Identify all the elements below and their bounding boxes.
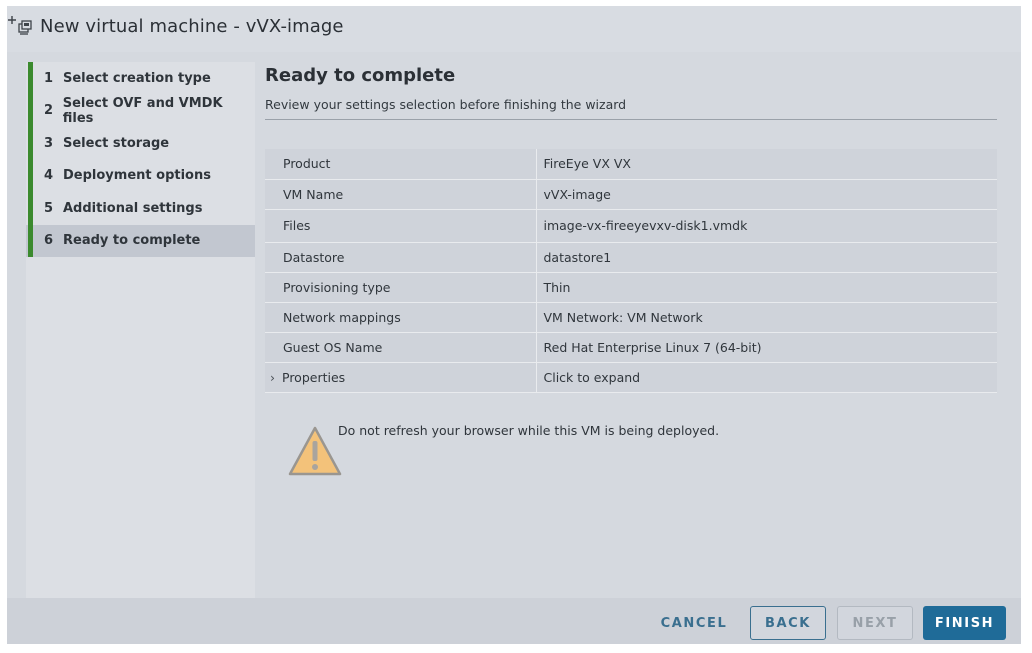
step-number: 1 bbox=[44, 70, 54, 86]
row-value: vVX-image bbox=[536, 179, 997, 210]
properties-expander[interactable]: › Properties bbox=[265, 362, 537, 393]
page-title: Ready to complete bbox=[265, 65, 456, 86]
step-label: Ready to complete bbox=[63, 233, 201, 249]
step-label: Deployment options bbox=[63, 168, 211, 184]
step-select-storage[interactable]: 3 Select storage bbox=[26, 127, 255, 160]
row-key: Product bbox=[265, 149, 537, 180]
new-vm-dialog: New virtual machine - vVX-image 1 Select… bbox=[7, 6, 1021, 644]
row-key: Network mappings bbox=[265, 302, 537, 333]
next-button[interactable]: NEXT bbox=[837, 606, 913, 640]
divider bbox=[265, 119, 997, 120]
row-key: VM Name bbox=[265, 179, 537, 210]
step-complete-indicator bbox=[28, 159, 33, 192]
step-select-ovf-vmdk-files[interactable]: 2 Select OVF and VMDK files bbox=[26, 94, 255, 127]
table-row: Provisioning type Thin bbox=[265, 272, 997, 303]
step-number: 4 bbox=[44, 168, 54, 184]
row-value: image-vx-fireeyevxv-disk1.vmdk bbox=[536, 209, 997, 243]
step-complete-indicator bbox=[28, 224, 33, 257]
step-complete-indicator bbox=[28, 62, 33, 95]
warning-text: Do not refresh your browser while this V… bbox=[338, 423, 720, 438]
step-label: Additional settings bbox=[63, 200, 203, 216]
table-row: Guest OS Name Red Hat Enterprise Linux 7… bbox=[265, 332, 997, 363]
row-key: Properties bbox=[282, 369, 346, 385]
step-deployment-options[interactable]: 4 Deployment options bbox=[26, 159, 255, 192]
warning-icon bbox=[288, 426, 342, 476]
wizard-content: Ready to complete Review your settings s… bbox=[265, 62, 1005, 598]
step-number: 6 bbox=[44, 233, 54, 249]
step-label: Select storage bbox=[63, 135, 170, 151]
wizard-steps-nav: 1 Select creation type 2 Select OVF and … bbox=[26, 62, 255, 598]
new-vm-icon bbox=[8, 16, 32, 35]
step-select-creation-type[interactable]: 1 Select creation type bbox=[26, 62, 255, 95]
step-additional-settings[interactable]: 5 Additional settings bbox=[26, 192, 255, 225]
row-key: Guest OS Name bbox=[265, 332, 537, 363]
step-ready-to-complete[interactable]: 6 Ready to complete bbox=[26, 224, 255, 257]
step-label: Select OVF and VMDK files bbox=[62, 95, 223, 126]
step-complete-indicator bbox=[28, 127, 33, 160]
step-complete-indicator bbox=[28, 192, 33, 225]
cancel-button[interactable]: CANCEL bbox=[655, 606, 733, 640]
row-value: FireEye VX VX bbox=[536, 149, 997, 180]
settings-summary-table: Product FireEye VX VX VM Name vVX-image … bbox=[265, 149, 997, 393]
row-key: Provisioning type bbox=[265, 272, 537, 303]
page-subtitle: Review your settings selection before fi… bbox=[265, 97, 627, 112]
table-row: Product FireEye VX VX bbox=[265, 149, 997, 180]
dialog-footer: CANCEL BACK NEXT FINISH bbox=[7, 598, 1021, 644]
step-label: Select creation type bbox=[63, 70, 211, 86]
deploy-warning: Do not refresh your browser while this V… bbox=[287, 419, 1007, 479]
table-row: Files image-vx-fireeyevxv-disk1.vmdk bbox=[265, 209, 997, 243]
table-row: Datastore datastore1 bbox=[265, 242, 997, 273]
row-key: Files bbox=[265, 209, 537, 243]
step-complete-indicator bbox=[28, 94, 33, 127]
row-value: Red Hat Enterprise Linux 7 (64-bit) bbox=[536, 332, 997, 363]
step-number: 3 bbox=[44, 135, 54, 151]
row-value: datastore1 bbox=[536, 242, 997, 273]
step-number: 2 bbox=[44, 103, 54, 119]
back-button[interactable]: BACK bbox=[750, 606, 826, 640]
step-number: 5 bbox=[44, 200, 54, 216]
dialog-titlebar: New virtual machine - vVX-image bbox=[7, 6, 1021, 52]
dialog-title: New virtual machine - vVX-image bbox=[40, 16, 344, 37]
table-row: VM Name vVX-image bbox=[265, 179, 997, 210]
row-key: Datastore bbox=[265, 242, 537, 273]
row-value[interactable]: Click to expand bbox=[536, 362, 997, 393]
chevron-right-icon[interactable]: › bbox=[270, 370, 282, 385]
table-row: Network mappings VM Network: VM Network bbox=[265, 302, 997, 333]
row-value: VM Network: VM Network bbox=[536, 302, 997, 333]
row-value: Thin bbox=[536, 272, 997, 303]
properties-row[interactable]: › Properties Click to expand bbox=[265, 362, 997, 393]
finish-button[interactable]: FINISH bbox=[923, 606, 1006, 640]
